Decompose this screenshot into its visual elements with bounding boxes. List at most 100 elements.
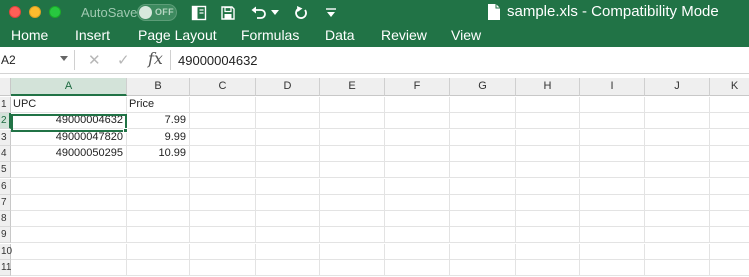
row-header-2[interactable]: 2: [0, 113, 11, 130]
cell-d11[interactable]: [256, 260, 320, 276]
row-header-5[interactable]: 5: [0, 162, 11, 179]
cell-c10[interactable]: [190, 243, 256, 260]
cell-a11[interactable]: [11, 260, 127, 276]
cell-d3[interactable]: [256, 129, 320, 146]
cell-i11[interactable]: [580, 260, 645, 276]
cell-b6[interactable]: [127, 178, 190, 195]
tab-formulas[interactable]: Formulas: [241, 27, 299, 43]
cell-c3[interactable]: [190, 129, 256, 146]
cell-a7[interactable]: [11, 194, 127, 211]
cell-j9[interactable]: [645, 227, 710, 244]
cell-a6[interactable]: [11, 178, 127, 195]
cell-g2[interactable]: [450, 113, 516, 130]
cell-j3[interactable]: [645, 129, 710, 146]
tab-data[interactable]: Data: [325, 27, 355, 43]
row-header-7[interactable]: 7: [0, 194, 11, 211]
cell-j10[interactable]: [645, 243, 710, 260]
cell-c11[interactable]: [190, 260, 256, 276]
cell-b8[interactable]: [127, 211, 190, 228]
cell-i5[interactable]: [580, 162, 645, 179]
cell-c8[interactable]: [190, 211, 256, 228]
cell-b11[interactable]: [127, 260, 190, 276]
cell-b2[interactable]: 7.99: [127, 113, 190, 130]
cell-b9[interactable]: [127, 227, 190, 244]
cell-g10[interactable]: [450, 243, 516, 260]
cell-f9[interactable]: [385, 227, 450, 244]
cell-g1[interactable]: [450, 97, 516, 113]
cell-e7[interactable]: [320, 194, 385, 211]
cell-h9[interactable]: [516, 227, 580, 244]
cell-d8[interactable]: [256, 211, 320, 228]
cell-k4[interactable]: [710, 146, 749, 162]
select-all-corner[interactable]: [0, 78, 11, 96]
cell-e6[interactable]: [320, 178, 385, 195]
cell-g5[interactable]: [450, 162, 516, 179]
cell-e8[interactable]: [320, 211, 385, 228]
cell-h7[interactable]: [516, 194, 580, 211]
autosave-toggle[interactable]: OFF: [137, 4, 177, 21]
cell-f8[interactable]: [385, 211, 450, 228]
cell-k1[interactable]: [710, 97, 749, 113]
cell-a3[interactable]: 49000047820: [11, 129, 127, 146]
cell-k7[interactable]: [710, 195, 749, 211]
cell-g3[interactable]: [450, 129, 516, 146]
cell-h6[interactable]: [516, 178, 580, 195]
cell-j7[interactable]: [645, 194, 710, 211]
cell-j11[interactable]: [645, 260, 710, 276]
row-header-9[interactable]: 9: [0, 227, 11, 244]
column-header-e[interactable]: E: [320, 78, 385, 96]
tab-view[interactable]: View: [451, 27, 481, 43]
cell-d5[interactable]: [256, 162, 320, 179]
redo-icon[interactable]: [292, 3, 310, 22]
cell-g11[interactable]: [450, 260, 516, 276]
cell-f11[interactable]: [385, 260, 450, 276]
column-header-g[interactable]: G: [450, 78, 516, 96]
cell-j2[interactable]: [645, 113, 710, 130]
cell-e9[interactable]: [320, 227, 385, 244]
cell-a4[interactable]: 49000050295: [11, 145, 127, 162]
row-header-11[interactable]: 11: [0, 260, 11, 276]
cell-e1[interactable]: [320, 97, 385, 113]
cell-k10[interactable]: [710, 244, 749, 260]
cell-k6[interactable]: [710, 179, 749, 195]
cell-f2[interactable]: [385, 113, 450, 130]
cell-h2[interactable]: [516, 113, 580, 130]
cell-f3[interactable]: [385, 129, 450, 146]
cell-a2[interactable]: 49000004632: [11, 113, 127, 130]
cell-c1[interactable]: [190, 97, 256, 113]
cell-c7[interactable]: [190, 194, 256, 211]
cell-b3[interactable]: 9.99: [127, 129, 190, 146]
cell-f5[interactable]: [385, 162, 450, 179]
cell-k9[interactable]: [710, 227, 749, 244]
cell-i9[interactable]: [580, 227, 645, 244]
row-header-6[interactable]: 6: [0, 178, 11, 195]
worksheet-grid[interactable]: ABCDEFGHIJK 1 2 3 4 5 6 7 8 9 10 11 UPC Price 490000…: [0, 74, 749, 277]
cell-b10[interactable]: [127, 243, 190, 260]
cell-i4[interactable]: [580, 145, 645, 162]
name-box-dropdown-icon[interactable]: [60, 56, 68, 61]
cell-b5[interactable]: [127, 162, 190, 179]
column-header-c[interactable]: C: [190, 78, 256, 96]
cell-d7[interactable]: [256, 194, 320, 211]
cell-d1[interactable]: [256, 97, 320, 113]
cell-f6[interactable]: [385, 178, 450, 195]
cell-j6[interactable]: [645, 178, 710, 195]
cell-b1[interactable]: Price: [127, 97, 190, 113]
cell-h4[interactable]: [516, 145, 580, 162]
save-icon[interactable]: [219, 3, 237, 22]
cancel-entry-icon[interactable]: ✕: [88, 51, 101, 69]
cell-a8[interactable]: [11, 211, 127, 228]
cell-j1[interactable]: [645, 97, 710, 113]
column-header-h[interactable]: H: [516, 78, 580, 96]
row-header-1[interactable]: 1: [0, 97, 11, 113]
cell-k3[interactable]: [710, 130, 749, 146]
cell-g7[interactable]: [450, 194, 516, 211]
cell-k8[interactable]: [710, 211, 749, 228]
cell-e2[interactable]: [320, 113, 385, 130]
tab-insert[interactable]: Insert: [75, 27, 110, 43]
cell-c9[interactable]: [190, 227, 256, 244]
cell-a9[interactable]: [11, 227, 127, 244]
cell-e4[interactable]: [320, 145, 385, 162]
cell-a5[interactable]: [11, 162, 127, 179]
cell-d9[interactable]: [256, 227, 320, 244]
